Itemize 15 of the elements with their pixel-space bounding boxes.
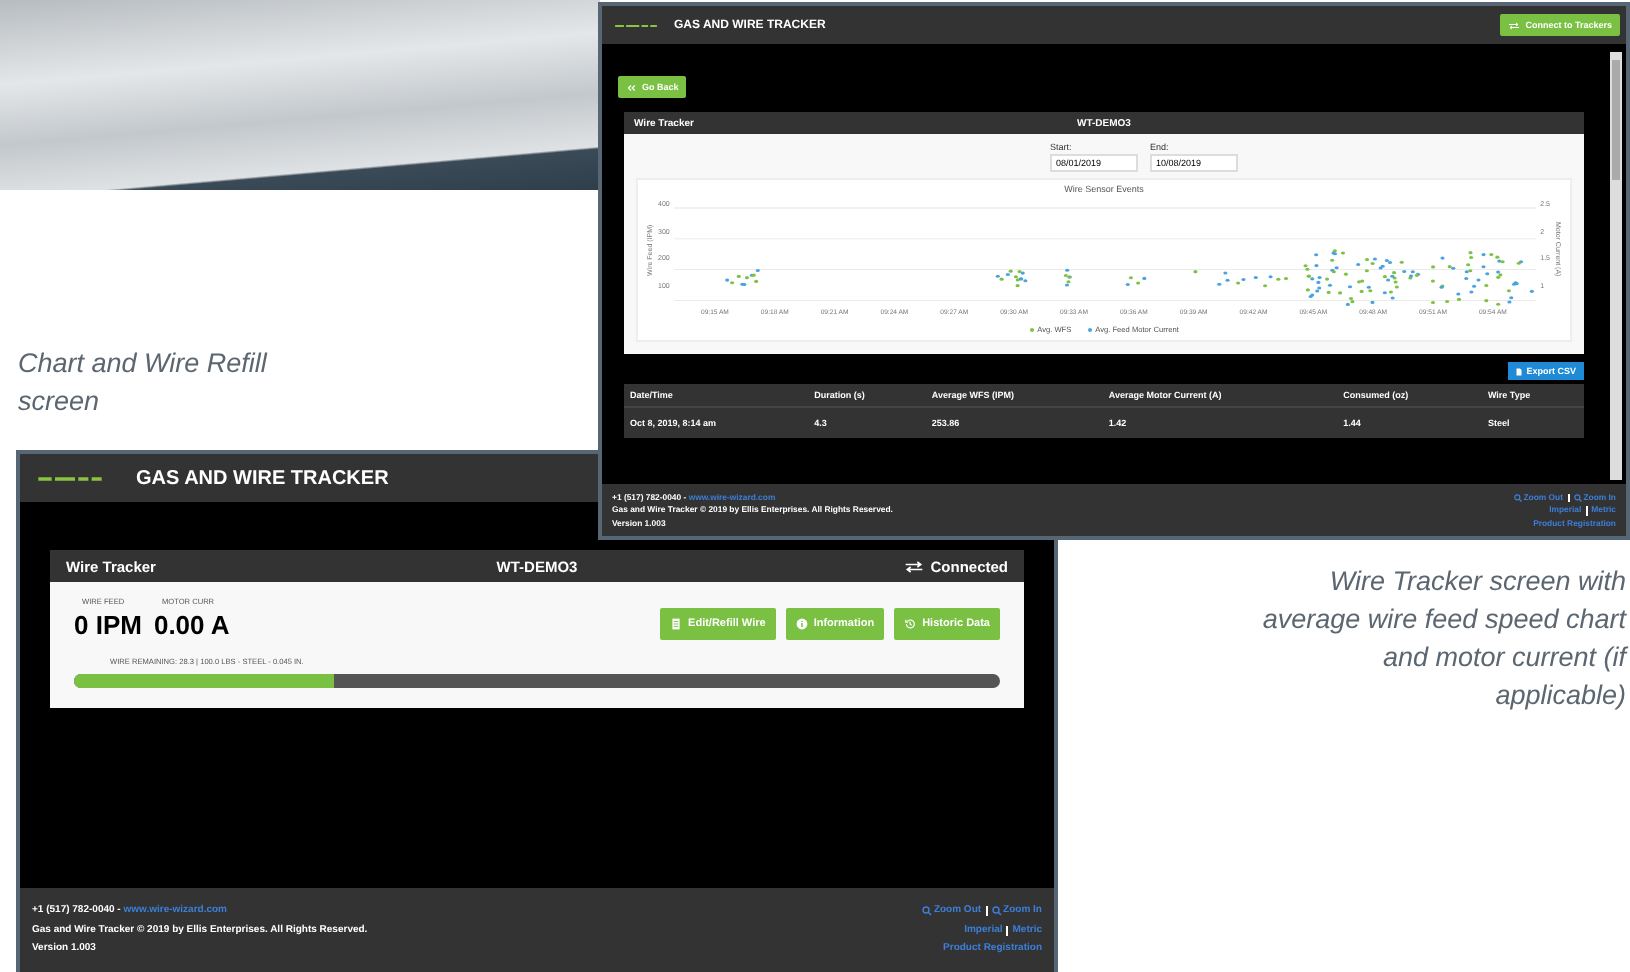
logo-icon [36,473,104,483]
app-title: GAS AND WIRE TRACKER [136,467,389,489]
caption-text: Chart and Wire Refill screen [18,346,270,420]
reading-value: 0.00 A [153,610,230,640]
caption-text: Wire Tracker screen with average wire feed speed chart and motor current (if applicable) [1260,564,1626,714]
swap-arrows-icon [1507,21,1520,29]
reading-value: 0 IPM [74,610,142,640]
double-chevron-icon [626,83,636,91]
history-icon [904,618,917,630]
swap-arrows-icon [904,559,925,573]
logo-icon [614,21,658,29]
document-icon [670,618,683,630]
info-icon [795,618,808,630]
file-icon [1516,367,1523,375]
scrollbar[interactable] [1610,52,1622,481]
